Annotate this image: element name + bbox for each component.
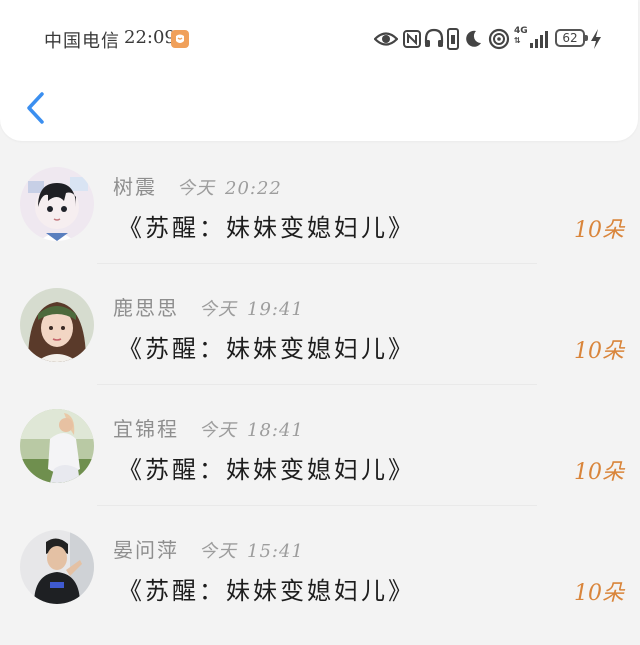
time-label: 19:41 (247, 299, 304, 320)
book-title: 《苏醒：妹妹变媳妇儿》 (118, 214, 415, 242)
sender-name-row: 鹿思思 今天 19:41 (113, 292, 304, 321)
flower-count: 10朵 (574, 460, 624, 485)
list-item[interactable]: 晏问萍 今天 15:41 《苏醒：妹妹变媳妇儿》 10朵 (0, 524, 640, 645)
divider (97, 384, 537, 385)
moon-icon (466, 30, 481, 47)
avatar (20, 167, 94, 241)
book-title: 《苏醒：妹妹变媳妇儿》 (118, 577, 415, 605)
status-bar: 中国电信 22:09 4G ⇅ 62 (0, 0, 640, 80)
top-header: 中国电信 22:09 4G ⇅ 62 (0, 0, 638, 141)
time-label: 18:41 (247, 420, 304, 441)
flower-count: 10朵 (574, 218, 624, 243)
divider (97, 263, 537, 264)
divider (97, 505, 537, 506)
sender-name: 鹿思思 (113, 296, 179, 320)
eye-icon (374, 32, 398, 46)
date-label: 今天 (199, 299, 237, 320)
sender-name: 晏问萍 (113, 538, 179, 562)
avatar (20, 409, 94, 483)
network-type: 4G ⇅ (514, 26, 528, 45)
time-label: 20:22 (225, 178, 282, 199)
charging-icon (591, 29, 601, 49)
avatar (20, 288, 94, 362)
sender-name: 树震 (113, 175, 157, 199)
carrier-label: 中国电信 (44, 31, 120, 52)
chevron-left-icon (27, 92, 44, 124)
time-label: 15:41 (247, 541, 304, 562)
headphones-icon (424, 28, 444, 47)
battery-indicator: 62 (555, 29, 588, 47)
gift-record-list: 树震 今天 20:22 《苏醒：妹妹变媳妇儿》 10朵 鹿思思 今天 19:41 《苏醒… (0, 141, 640, 623)
flower-count: 10朵 (574, 581, 624, 606)
sender-name-row: 晏问萍 今天 15:41 (113, 534, 304, 563)
notification-app-icon (171, 30, 189, 48)
signal-icon (530, 31, 548, 48)
book-title: 《苏醒：妹妹变媳妇儿》 (118, 335, 415, 363)
date-label: 今天 (177, 178, 215, 199)
date-label: 今天 (199, 420, 237, 441)
back-button[interactable] (22, 88, 50, 128)
flower-count: 10朵 (574, 339, 624, 364)
avatar (20, 530, 94, 604)
clock-time: 22:09 (124, 27, 176, 48)
sender-name-row: 树震 今天 20:22 (113, 171, 282, 200)
date-label: 今天 (199, 541, 237, 562)
vibrate-icon (447, 28, 459, 50)
sender-name-row: 宜锦程 今天 18:41 (113, 413, 304, 442)
nfc-icon (403, 30, 421, 48)
hotspot-icon (488, 28, 510, 50)
book-title: 《苏醒：妹妹变媳妇儿》 (118, 456, 415, 484)
sender-name: 宜锦程 (113, 417, 179, 441)
